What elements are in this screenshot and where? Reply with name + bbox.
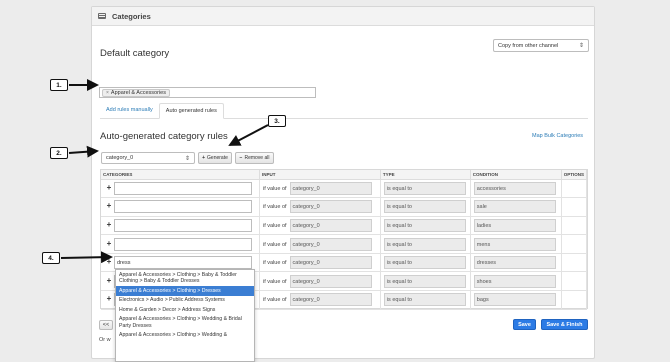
callout-4: 4. [42,252,60,264]
arrow-2 [68,145,99,158]
callout-3: 3. [268,115,286,127]
arrow-4 [60,251,113,264]
callout-2: 2. [50,147,68,159]
callout-1: 1. [50,79,68,91]
callout-arrows [60,79,269,264]
arrow-3 [228,124,269,146]
